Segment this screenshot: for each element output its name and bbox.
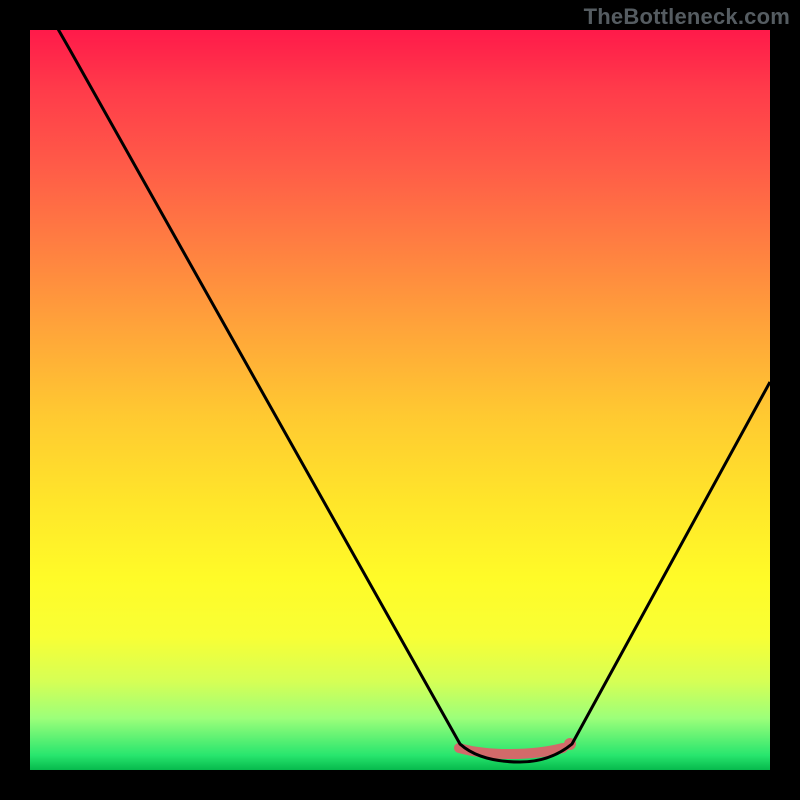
bottleneck-curve (30, 30, 770, 762)
bottleneck-curve-svg (30, 30, 770, 770)
gradient-plot-area (30, 30, 770, 770)
chart-frame: TheBottleneck.com (0, 0, 800, 800)
attribution-text: TheBottleneck.com (584, 4, 790, 30)
